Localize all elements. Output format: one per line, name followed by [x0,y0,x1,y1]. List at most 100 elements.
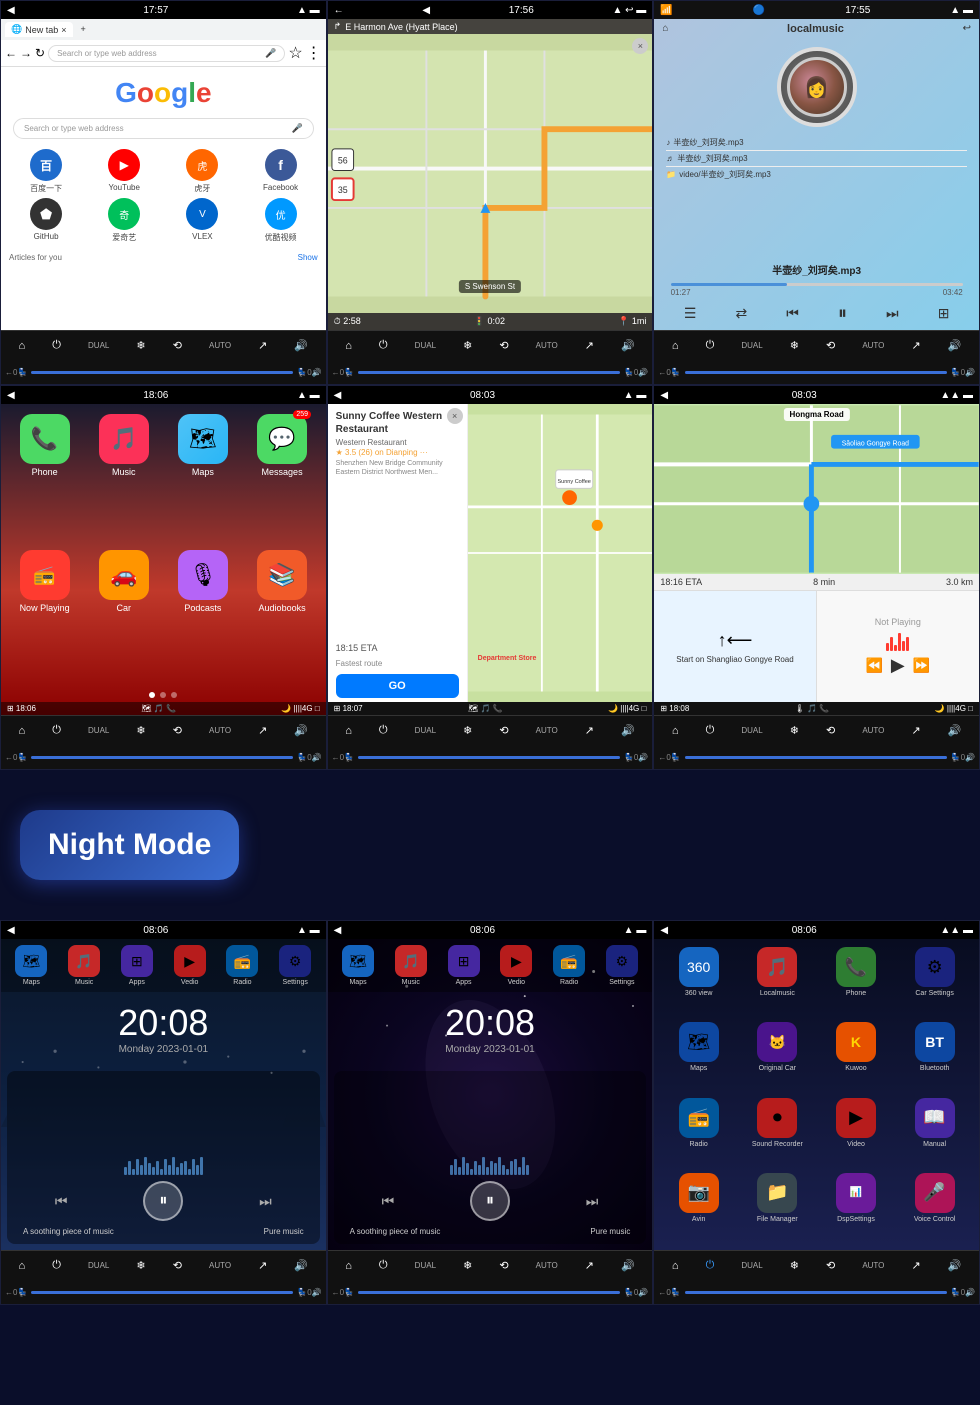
night-app-dspsettings[interactable]: 📊 DspSettings [820,1173,893,1242]
new-tab[interactable]: 🌐 New tab × [5,22,73,37]
cp-back[interactable]: ◀ [7,390,15,401]
quicklink-github[interactable]: ⬟ GitHub [9,198,83,243]
cp-app-nowplaying[interactable]: 📻 Now Playing [9,550,80,678]
fan-btn[interactable]: ↗ [258,339,267,352]
playlist-btn[interactable]: ☰ [684,305,697,322]
go-button[interactable]: GO [336,674,459,698]
power-btn[interactable]: ⏻ [52,339,61,352]
bookmark-icon[interactable]: ☆ [288,43,302,63]
dark2-prev-btn[interactable]: ⏮ [382,1193,395,1210]
dark2-app-maps[interactable]: 🗺 Maps [342,945,374,986]
next-btn[interactable]: ⏭ [886,305,899,322]
night-app-kuwooo[interactable]: K Kuwoo [820,1022,893,1091]
show-link[interactable]: Show [298,253,318,262]
map-area[interactable]: 56 35 × S Swenson St [328,34,653,313]
dark2-app-music[interactable]: 🎵 Music [395,945,427,986]
night-app-phone[interactable]: 📞 Phone [820,947,893,1016]
cpnav-map[interactable]: Sǎoliao Gongye Road Hongma Road [654,404,979,574]
quicklink-huya[interactable]: 虎 虎牙 [165,149,239,194]
cp-app-podcasts[interactable]: 🎙 Podcasts [167,550,238,678]
ac-btn-2[interactable]: ❄ [463,339,472,352]
cpnav-back[interactable]: ◀ [660,390,668,401]
nav-reload[interactable]: ↻ [35,46,45,60]
vol-btn[interactable]: 🔊 [294,339,308,352]
music-home-icon[interactable]: ⌂ [662,23,668,35]
dark-player-labels-2: A soothing piece of music Pure music [340,1225,641,1238]
dark2-app-radio[interactable]: 📻 Radio [553,945,585,986]
night-app-manual[interactable]: 📖 Manual [898,1098,971,1167]
night-app-video[interactable]: ▶ Video [820,1098,893,1167]
nav-back[interactable]: ← [5,46,17,60]
home-btn-2[interactable]: ⌂ [345,340,352,352]
play-pause-btn[interactable]: ⏸ [838,303,847,324]
add-tab-button[interactable]: + [77,22,90,37]
sync-btn[interactable]: ⟲ [173,339,182,352]
cpmaps-time: 08:03 [470,390,495,401]
cpnav-bottom: ↑⟵ Start on Shangliao Gongye Road Not Pl… [654,591,979,702]
shuffle-btn[interactable]: ⇄ [735,305,747,322]
address-bar[interactable]: ← → ↻ Search or type web address 🎤 ☆ ⋮ [1,40,326,67]
mini-play[interactable]: ▶ [891,655,905,676]
mini-prev[interactable]: ⏪ [865,657,882,674]
seat-btn[interactable]: 💺 [17,368,27,377]
cpmaps-back[interactable]: ◀ [334,390,342,401]
back-btn[interactable]: ← [5,368,13,377]
night-app-localmusic[interactable]: 🎵 Localmusic [741,947,814,1016]
night-app-originalcar[interactable]: 🐱 Original Car [741,1022,814,1091]
quicklink-youku[interactable]: 优 优酷视频 [243,198,317,243]
quicklink-baidu[interactable]: 百 百度一下 [9,149,83,194]
cpmaps-close[interactable]: × [447,408,463,424]
night-app-bluetooth[interactable]: BT Bluetooth [898,1022,971,1091]
night-app-soundrecorder[interactable]: ⏺ Sound Recorder [741,1098,814,1167]
back-icon-nav[interactable]: ← [334,5,344,16]
night-app-avin[interactable]: 📷 Avin [662,1173,735,1242]
night-app-filemanager[interactable]: 📁 File Manager [741,1173,814,1242]
mini-next[interactable]: ⏩ [913,657,930,674]
quicklink-vlex[interactable]: V VLEX [165,198,239,243]
search-mic-icon[interactable]: 🎤 [291,123,302,134]
dark2-next-btn[interactable]: ⏭ [586,1193,599,1210]
music-progress-bar[interactable] [671,283,963,286]
dh1-back[interactable]: ◀ [7,925,15,936]
cp-app-phone[interactable]: 📞 Phone [9,414,80,542]
nav-forward[interactable]: → [20,46,32,60]
cp-app-maps[interactable]: 🗺 Maps [167,414,238,542]
quicklink-iqiyi[interactable]: 奇 爱奇艺 [87,198,161,243]
back-icon[interactable]: ◀ [7,5,15,16]
night-app-360[interactable]: 360 360 view [662,947,735,1016]
cp-app-audiobooks[interactable]: 📚 Audiobooks [246,550,317,678]
quicklink-youtube[interactable]: ▶ YouTube [87,149,161,194]
dark2-app-apps[interactable]: ⊞ Apps [448,945,480,986]
ac-btn[interactable]: ❄ [136,339,145,352]
quicklink-facebook[interactable]: f Facebook [243,149,317,194]
cp-app-messages[interactable]: 💬 259 Messages [246,414,317,542]
dark2-app-video[interactable]: ▶ Vedio [500,945,532,986]
night-app-maps[interactable]: 🗺 Maps [662,1022,735,1091]
night-app-voicecontrol[interactable]: 🎤 Voice Control [898,1173,971,1242]
menu-icon[interactable]: ⋮ [306,43,322,63]
night-app-radio[interactable]: 📻 Radio [662,1098,735,1167]
mic-icon[interactable]: 🎤 [265,48,276,59]
night-app-carsettings[interactable]: ⚙ Car Settings [898,947,971,1016]
vol2-btn[interactable]: 🔊 [312,368,322,377]
seat-right-btn[interactable]: 💺 [297,368,307,377]
home-btn[interactable]: ⌂ [19,340,26,352]
cp-app-car[interactable]: 🚗 Car [88,550,159,678]
dark2-app-settings[interactable]: ⚙ Settings [606,945,638,986]
nav-arrow[interactable]: ◀ [422,5,430,16]
prev-btn[interactable]: ⏮ [786,305,799,322]
google-search-bar[interactable]: Search or type web address 🎤 [13,118,314,139]
music-mini-controls: ⏪ ▶ ⏩ [865,655,930,676]
dh2-back[interactable]: ◀ [334,925,342,936]
vol-btn-2[interactable]: 🔊 [621,339,635,352]
equalizer-btn[interactable]: ⊞ [938,305,950,322]
power-btn-2[interactable]: ⏻ [379,339,388,352]
music-back-icon[interactable]: ↩ [963,23,971,35]
control-bar2-9: ← 0 💺 💺 0 🔊 [654,1280,979,1304]
sync-btn-2[interactable]: ⟲ [499,339,508,352]
fan-btn-2[interactable]: ↗ [585,339,594,352]
dark-play-btn-2[interactable]: ⏸ [470,1181,510,1221]
cp-app-music[interactable]: 🎵 Music [88,414,159,542]
dag-back[interactable]: ◀ [660,925,668,936]
home-btn-3[interactable]: ⌂ [672,340,679,352]
